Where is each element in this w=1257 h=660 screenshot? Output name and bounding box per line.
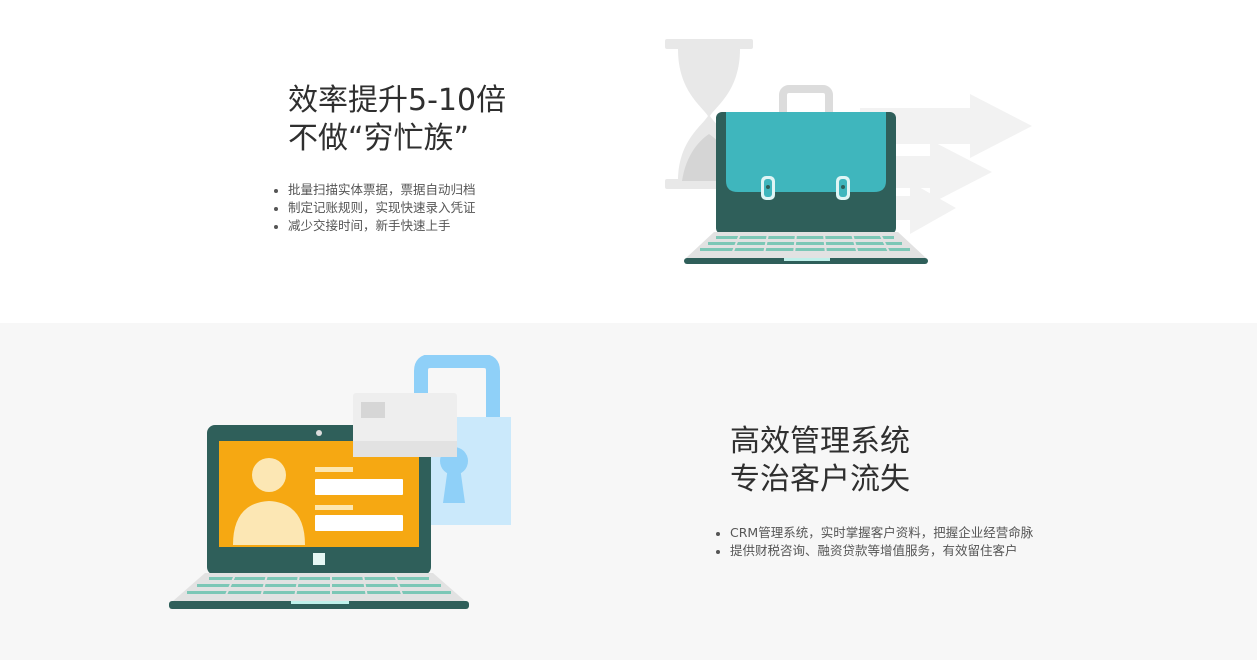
title-line-1: 效率提升5-10倍 — [288, 83, 507, 118]
feature-section-efficiency: 效率提升5-10倍 不做“穷忙族” 批量扫描实体票据，票据自动归档 制定记账规则… — [0, 0, 1257, 323]
feature-title-crm: 高效管理系统 专治客户流失 — [730, 423, 910, 499]
laptop-profile-lock-icon — [169, 355, 511, 609]
list-item: 批量扫描实体票据，票据自动归档 — [288, 181, 476, 199]
list-item: 减少交接时间，新手快速上手 — [288, 217, 476, 235]
feature-list-efficiency: 批量扫描实体票据，票据自动归档 制定记账规则，实现快速录入凭证 减少交接时间，新… — [272, 181, 476, 235]
list-item: CRM管理系统，实时掌握客户资料，把握企业经营命脉 — [730, 524, 1033, 542]
feature-list-crm: CRM管理系统，实时掌握客户资料，把握企业经营命脉 提供财税咨询、融资贷款等增值… — [714, 524, 1033, 560]
title-line-1: 高效管理系统 — [730, 424, 910, 459]
feature-section-crm: 高效管理系统 专治客户流失 CRM管理系统，实时掌握客户资料，把握企业经营命脉 … — [0, 323, 1257, 660]
title-line-2: 不做“穷忙族” — [288, 121, 470, 156]
list-item: 制定记账规则，实现快速录入凭证 — [288, 199, 476, 217]
list-item: 提供财税咨询、融资贷款等增值服务，有效留住客户 — [730, 542, 1033, 560]
laptop-briefcase-hourglass-icon — [665, 39, 1032, 264]
feature-title-efficiency: 效率提升5-10倍 不做“穷忙族” — [288, 82, 506, 158]
title-line-2: 专治客户流失 — [730, 462, 910, 497]
